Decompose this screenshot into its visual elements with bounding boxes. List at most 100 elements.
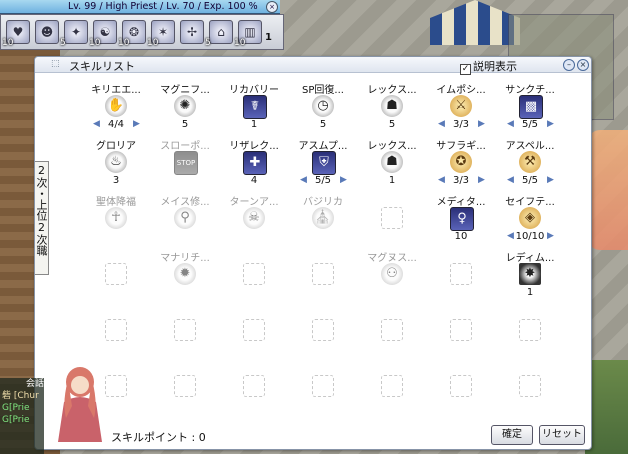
chat-box[interactable]: 会話 砦 [Chur G[Prie G[Prie — [0, 378, 44, 454]
empty-slot-icon[interactable] — [105, 375, 127, 397]
skill-cell[interactable]: サフラギ... ✪ 3/3 ◀ ▶ — [426, 137, 496, 193]
skill-icon[interactable]: ✹ — [174, 263, 196, 285]
reset-button[interactable]: リセット — [539, 425, 585, 445]
empty-slot-icon[interactable] — [243, 375, 265, 397]
skill-icon[interactable]: ✚ — [243, 151, 267, 175]
empty-skill-slot[interactable] — [219, 361, 289, 417]
level-up-arrow-icon[interactable]: ▶ — [547, 231, 554, 241]
level-up-arrow-icon[interactable]: ▶ — [547, 119, 554, 129]
window-titlebar[interactable]: ⬚ スキルリスト ✓ 説明表示 – × — [35, 57, 591, 75]
level-up-arrow-icon[interactable]: ▶ — [133, 119, 140, 129]
empty-skill-slot[interactable] — [150, 305, 220, 361]
empty-slot-icon[interactable] — [174, 375, 196, 397]
empty-skill-slot[interactable] — [288, 249, 358, 305]
skill-icon[interactable]: ◈ — [519, 207, 541, 229]
empty-slot-icon[interactable] — [381, 319, 403, 341]
empty-slot-icon[interactable] — [450, 375, 472, 397]
empty-skill-slot[interactable] — [219, 249, 289, 305]
skill-icon[interactable]: ✪ — [450, 151, 472, 173]
skill-icon[interactable]: ✺ — [174, 95, 196, 117]
empty-skill-slot[interactable] — [288, 305, 358, 361]
skill-cell[interactable]: SP回復... ◷ 5 — [288, 81, 358, 137]
empty-skill-slot[interactable] — [495, 361, 565, 417]
empty-skill-slot[interactable] — [81, 249, 151, 305]
empty-slot-icon[interactable] — [243, 319, 265, 341]
skill-cell[interactable]: レックス... ☗ 5 — [357, 81, 427, 137]
empty-skill-slot[interactable] — [357, 361, 427, 417]
skill-cell[interactable]: セイフテ... ◈ 10/10 ◀ ▶ — [495, 193, 565, 249]
empty-slot-icon[interactable] — [105, 319, 127, 341]
skill-cell[interactable]: マグヌス... ⚇ — [357, 249, 427, 305]
empty-skill-slot[interactable] — [357, 305, 427, 361]
skill-cell[interactable]: 聖体降福 ☥ — [81, 193, 151, 249]
empty-slot-icon[interactable] — [312, 263, 334, 285]
close-icon[interactable]: × — [577, 59, 589, 71]
hotkey-slot[interactable]: ✶ 10 — [147, 18, 175, 48]
job-tab[interactable]: 2次・上位2次職 — [35, 161, 49, 275]
skill-icon[interactable]: ⚲ — [174, 207, 196, 229]
skill-cell[interactable]: レックス... ☗ 1 — [357, 137, 427, 193]
empty-slot-icon[interactable] — [312, 319, 334, 341]
hotkey-slot[interactable]: ✦ 5 — [60, 18, 88, 48]
skill-icon[interactable]: ♀ — [450, 207, 474, 231]
skill-icon[interactable]: ◷ — [312, 95, 334, 117]
chat-tab[interactable]: 会話 — [0, 378, 44, 390]
skill-icon[interactable]: ⚒ — [519, 151, 541, 173]
skill-cell[interactable]: グロリア ♨ 3 — [81, 137, 151, 193]
hotkey-slot[interactable]: ☻ — [33, 18, 59, 44]
level-up-arrow-icon[interactable]: ▶ — [340, 175, 347, 185]
skill-cell[interactable]: ターンア... ☠ — [219, 193, 289, 249]
skill-cell[interactable]: バジリカ ⛪ — [288, 193, 358, 249]
empty-slot-icon[interactable] — [105, 263, 127, 285]
skill-icon[interactable]: ✋ — [105, 95, 127, 117]
hotkey-slot[interactable]: ⌂ 5 — [205, 18, 233, 48]
empty-slot-icon[interactable] — [243, 263, 265, 285]
empty-skill-slot[interactable] — [495, 305, 565, 361]
level-down-arrow-icon[interactable]: ◀ — [507, 175, 514, 185]
skill-icon[interactable]: ⛨ — [312, 151, 336, 175]
skill-cell[interactable]: リザレク... ✚ 4 — [219, 137, 289, 193]
empty-slot-icon[interactable] — [174, 319, 196, 341]
skill-icon[interactable]: ☗ — [381, 151, 403, 173]
empty-slot-icon[interactable] — [519, 319, 541, 341]
skill-icon[interactable]: ☠ — [243, 207, 265, 229]
empty-skill-slot[interactable] — [426, 305, 496, 361]
skill-icon[interactable]: ⚇ — [381, 263, 403, 285]
skill-icon[interactable]: ☤ — [243, 95, 267, 119]
close-icon[interactable]: × — [266, 1, 278, 13]
level-up-arrow-icon[interactable]: ▶ — [478, 119, 485, 129]
hotbar-page-number[interactable]: 1 — [265, 32, 272, 43]
hotkey-slot[interactable]: ▥ 10 — [234, 18, 262, 48]
skill-cell[interactable]: マナリチ... ✹ — [150, 249, 220, 305]
skill-cell[interactable]: アスムプ... ⛨ 5/5 ◀ ▶ — [288, 137, 358, 193]
skill-icon[interactable]: ▩ — [519, 95, 543, 119]
confirm-button[interactable]: 確定 — [491, 425, 533, 445]
skill-icon[interactable]: ✸ — [519, 263, 541, 285]
empty-skill-slot[interactable] — [150, 361, 220, 417]
skill-cell[interactable]: リカバリー ☤ 1 — [219, 81, 289, 137]
empty-skill-slot[interactable] — [81, 305, 151, 361]
skill-cell[interactable]: メイス修... ⚲ — [150, 193, 220, 249]
skill-cell[interactable]: マグニフ... ✺ 5 — [150, 81, 220, 137]
hotkey-slot[interactable]: ☯ 10 — [89, 18, 117, 48]
empty-slot-icon[interactable] — [381, 207, 403, 229]
empty-slot-icon[interactable] — [312, 375, 334, 397]
skill-icon[interactable]: ⚔ — [450, 95, 472, 117]
hotkey-slot[interactable]: ✢ — [178, 18, 204, 44]
level-down-arrow-icon[interactable]: ◀ — [438, 175, 445, 185]
hotkey-slot[interactable]: ♥ 10 — [2, 18, 30, 48]
player-character[interactable] — [588, 130, 628, 250]
skill-cell[interactable]: スローポ... STOP — [150, 137, 220, 193]
empty-skill-slot[interactable] — [288, 361, 358, 417]
level-down-arrow-icon[interactable]: ◀ — [93, 119, 100, 129]
skill-cell[interactable]: アスペル... ⚒ 5/5 ◀ ▶ — [495, 137, 565, 193]
empty-slot-icon[interactable] — [381, 375, 403, 397]
level-down-arrow-icon[interactable]: ◀ — [507, 119, 514, 129]
empty-slot-icon[interactable] — [450, 263, 472, 285]
skill-cell[interactable]: レディム... ✸ 1 — [495, 249, 565, 305]
level-up-arrow-icon[interactable]: ▶ — [478, 175, 485, 185]
level-down-arrow-icon[interactable]: ◀ — [438, 119, 445, 129]
empty-skill-slot[interactable] — [426, 249, 496, 305]
skill-icon[interactable]: ♨ — [105, 151, 127, 173]
empty-slot-icon[interactable] — [519, 375, 541, 397]
